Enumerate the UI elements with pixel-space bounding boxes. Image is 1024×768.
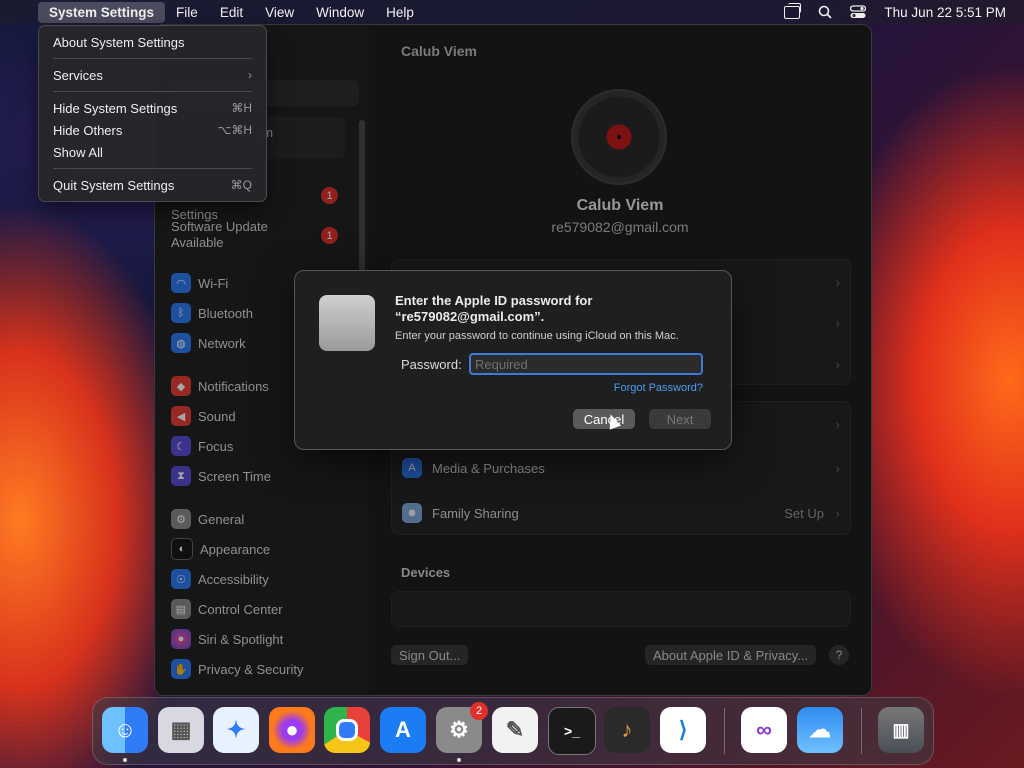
menu-item-hide[interactable]: Hide System Settings ⌘H [53, 98, 252, 118]
safari-icon[interactable]: ✦ [213, 707, 259, 753]
dialog-subtitle: Enter your password to continue using iC… [395, 330, 679, 342]
menu-view[interactable]: View [254, 2, 305, 23]
apple-id-password-dialog: Enter the Apple ID password for “re57908… [294, 270, 732, 450]
menu-item-quit[interactable]: Quit System Settings ⌘Q [53, 175, 252, 195]
firefox-icon[interactable]: ● [269, 707, 315, 753]
chevron-right-icon: › [248, 68, 252, 82]
app-menu-system-settings[interactable]: System Settings [38, 1, 166, 23]
trash-icon[interactable]: ▥ [878, 707, 924, 753]
forgot-password-link[interactable]: Forgot Password? [614, 382, 703, 394]
password-field[interactable] [469, 353, 703, 375]
menu-edit[interactable]: Edit [209, 2, 254, 23]
app-menu-dropdown: About System Settings Services › Hide Sys… [38, 25, 267, 202]
next-button[interactable]: Next [649, 409, 711, 429]
menu-help[interactable]: Help [375, 2, 425, 23]
visual-studio-icon[interactable]: ∞ [741, 707, 787, 753]
menu-bar-status: Thu Jun 22 5:51 PM [784, 0, 1006, 24]
garageband-icon[interactable]: ♪ [604, 707, 650, 753]
vscode-icon[interactable]: ⟩ [660, 707, 706, 753]
launchpad-icon[interactable]: ▦ [158, 707, 204, 753]
running-indicator [123, 758, 127, 762]
textedit-icon[interactable]: ✎ [492, 707, 538, 753]
control-center-icon[interactable] [850, 5, 867, 19]
screen-mirroring-icon[interactable] [784, 2, 802, 19]
menu-bar: System Settings File Edit View Window He… [0, 0, 1024, 24]
menu-separator [53, 91, 252, 92]
menu-item-about[interactable]: About System Settings [53, 32, 252, 52]
menu-separator [53, 58, 252, 59]
dock-separator [724, 708, 725, 754]
dock: ☺ ▦ ✦ ● A ⚙ 2 ✎ >_ ♪ ⟩ ∞ ☁ ▥ [92, 697, 934, 765]
menu-item-show-all[interactable]: Show All [53, 142, 252, 162]
running-indicator [457, 758, 461, 762]
apple-logo-icon [319, 295, 375, 351]
menu-separator [53, 168, 252, 169]
terminal-icon[interactable]: >_ [548, 707, 596, 755]
weather-icon[interactable]: ☁ [797, 707, 843, 753]
dock-separator [861, 708, 862, 754]
dialog-title: Enter the Apple ID password for “re57908… [395, 293, 593, 324]
chrome-icon[interactable] [324, 707, 370, 753]
menu-window[interactable]: Window [305, 2, 375, 23]
menu-item-hide-others[interactable]: Hide Others ⌥⌘H [53, 120, 252, 140]
app-store-icon[interactable]: A [380, 707, 426, 753]
menu-item-services[interactable]: Services › [53, 65, 252, 85]
search-icon[interactable] [818, 5, 833, 19]
system-settings-badge: 2 [470, 702, 488, 720]
password-label: Password: [401, 357, 462, 372]
finder-icon[interactable]: ☺ [102, 707, 148, 753]
menu-file[interactable]: File [165, 2, 209, 23]
cancel-button[interactable]: Cancel [573, 409, 635, 429]
clock[interactable]: Thu Jun 22 5:51 PM [884, 5, 1006, 20]
